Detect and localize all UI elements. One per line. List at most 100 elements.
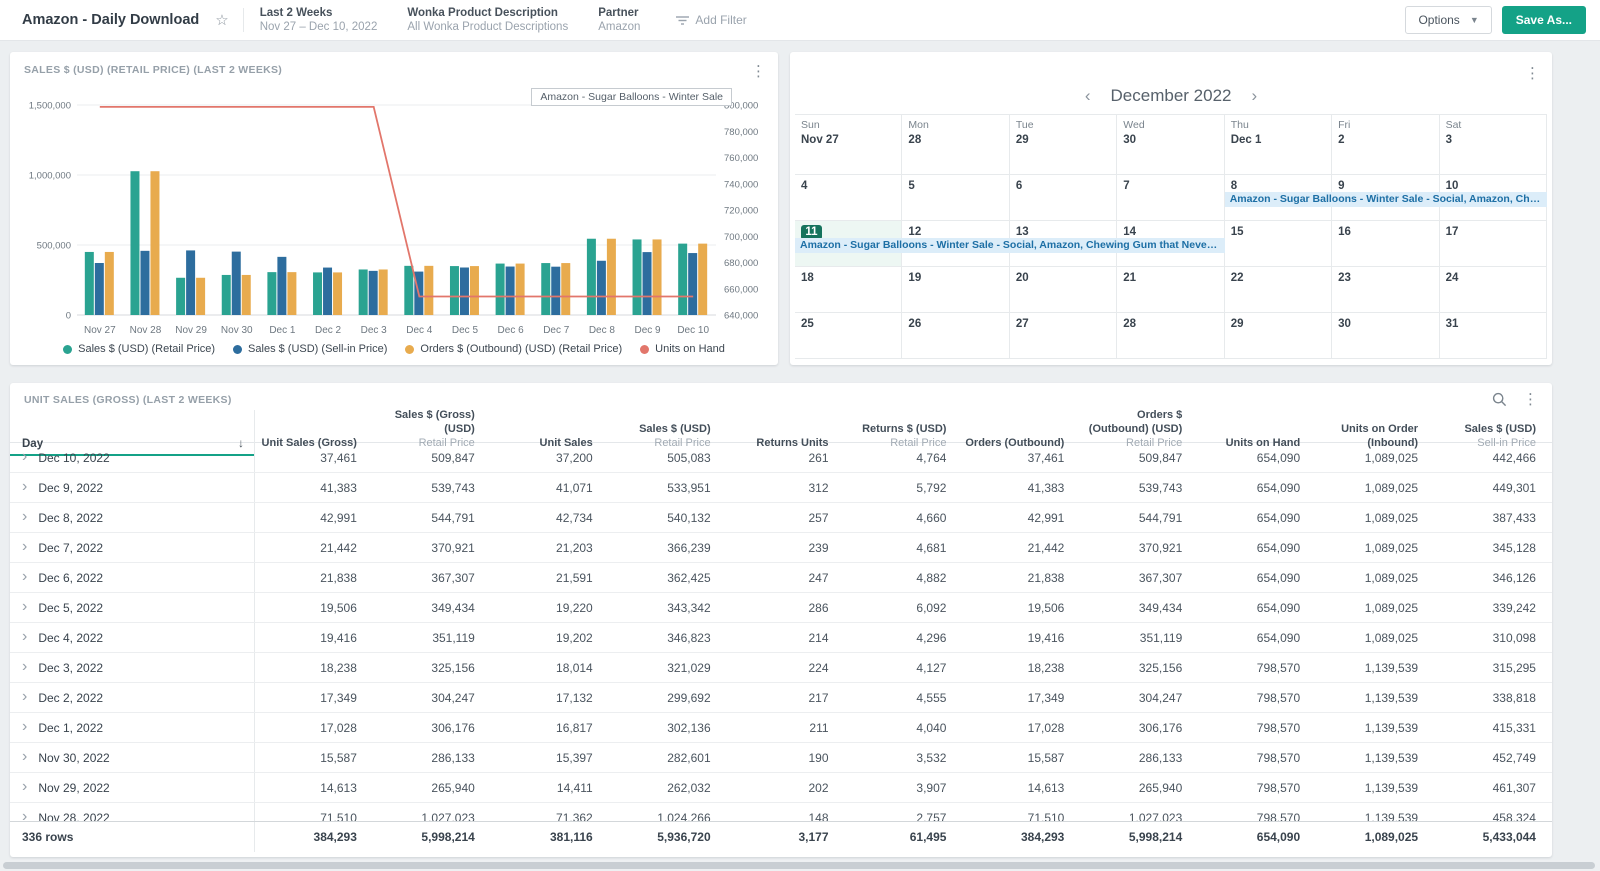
calendar-event[interactable]: Amazon - Sugar Balloons - Winter Sale - … bbox=[795, 238, 1225, 253]
bar[interactable] bbox=[105, 252, 114, 315]
calendar-day-cell[interactable]: 28 bbox=[1117, 313, 1224, 359]
row-expand-chevron-icon[interactable]: › bbox=[22, 479, 27, 495]
row-expand-chevron-icon[interactable]: › bbox=[22, 719, 27, 735]
filter-chip-partner[interactable]: Partner Amazon bbox=[598, 6, 640, 35]
calendar-day-cell[interactable]: 23 bbox=[1332, 267, 1439, 313]
row-expand-chevron-icon[interactable]: › bbox=[22, 599, 27, 615]
bar[interactable] bbox=[633, 239, 642, 315]
table-row[interactable]: ›Dec 9, 202241,383539,74341,071533,95131… bbox=[10, 473, 1552, 503]
calendar-day-cell[interactable]: 29 bbox=[1225, 313, 1332, 359]
row-expand-chevron-icon[interactable]: › bbox=[22, 779, 27, 795]
calendar-day-cell[interactable]: Tue29 bbox=[1010, 115, 1117, 175]
bar[interactable] bbox=[541, 263, 550, 315]
calendar-day-cell[interactable]: 18 bbox=[795, 267, 902, 313]
bar[interactable] bbox=[242, 275, 251, 315]
table-row[interactable]: ›Dec 8, 202242,991544,79142,734540,13225… bbox=[10, 503, 1552, 533]
calendar-day-cell[interactable]: 30 bbox=[1332, 313, 1439, 359]
calendar-day-cell[interactable]: Fri2 bbox=[1332, 115, 1439, 175]
horizontal-scrollbar[interactable] bbox=[0, 860, 1600, 871]
bar[interactable] bbox=[323, 268, 332, 315]
table-row[interactable]: ›Dec 5, 202219,506349,43419,220343,34228… bbox=[10, 593, 1552, 623]
table-row[interactable]: ›Nov 28, 202271,5101,027,02371,3621,024,… bbox=[10, 803, 1552, 821]
row-expand-chevron-icon[interactable]: › bbox=[22, 569, 27, 585]
bar[interactable] bbox=[222, 275, 231, 315]
calendar-prev-button[interactable]: ‹ bbox=[1081, 86, 1095, 106]
table-row[interactable]: ›Dec 4, 202219,416351,11919,202346,82321… bbox=[10, 623, 1552, 653]
bar[interactable] bbox=[460, 268, 469, 315]
calendar-day-cell[interactable]: 16 bbox=[1332, 221, 1439, 267]
calendar-day-cell[interactable]: 5 bbox=[902, 175, 1009, 221]
calendar-day-cell[interactable]: SunNov 27 bbox=[795, 115, 902, 175]
favorite-star-icon[interactable]: ☆ bbox=[215, 11, 228, 29]
bar[interactable] bbox=[359, 269, 368, 315]
bar[interactable] bbox=[424, 266, 433, 315]
table-row[interactable]: ›Dec 2, 202217,349304,24717,132299,69221… bbox=[10, 683, 1552, 713]
table-row[interactable]: ›Dec 3, 202218,238325,15618,014321,02922… bbox=[10, 653, 1552, 683]
calendar-day-cell[interactable]: Mon28 bbox=[902, 115, 1009, 175]
table-row[interactable]: ›Dec 6, 202221,838367,30721,591362,42524… bbox=[10, 563, 1552, 593]
table-row[interactable]: ›Nov 29, 202214,613265,94014,411262,0322… bbox=[10, 773, 1552, 803]
calendar-day-cell[interactable]: Sat3 bbox=[1440, 115, 1547, 175]
calendar-day-cell[interactable]: 15 bbox=[1225, 221, 1332, 267]
calendar-day-cell[interactable]: 6 bbox=[1010, 175, 1117, 221]
bar[interactable] bbox=[653, 239, 662, 315]
bar[interactable] bbox=[607, 239, 616, 315]
calendar-day-cell[interactable]: 27 bbox=[1010, 313, 1117, 359]
calendar-day-cell[interactable]: 17 bbox=[1440, 221, 1547, 267]
save-as-button[interactable]: Save As... bbox=[1502, 6, 1586, 34]
calendar-day-cell[interactable]: 26 bbox=[902, 313, 1009, 359]
bar[interactable] bbox=[379, 269, 388, 315]
bar[interactable] bbox=[597, 261, 606, 315]
calendar-day-cell[interactable]: 25 bbox=[795, 313, 902, 359]
calendar-day-cell[interactable]: 20 bbox=[1010, 267, 1117, 313]
calendar-event[interactable]: Amazon - Sugar Balloons - Winter Sale - … bbox=[1225, 192, 1547, 207]
search-icon[interactable] bbox=[1492, 392, 1507, 407]
table-row[interactable]: ›Nov 30, 202215,587286,13315,397282,6011… bbox=[10, 743, 1552, 773]
bar[interactable] bbox=[450, 266, 459, 315]
bar[interactable] bbox=[85, 252, 94, 315]
calendar-day-cell[interactable]: 4 bbox=[795, 175, 902, 221]
calendar-day-cell[interactable]: ThuDec 1 bbox=[1225, 115, 1332, 175]
bar[interactable] bbox=[313, 272, 322, 315]
bar[interactable] bbox=[551, 267, 560, 315]
bar[interactable] bbox=[561, 263, 570, 315]
bar[interactable] bbox=[150, 171, 159, 315]
legend-item[interactable]: Sales $ (USD) (Sell-in Price) bbox=[233, 343, 387, 355]
bar[interactable] bbox=[404, 266, 413, 315]
bar[interactable] bbox=[369, 271, 378, 315]
bar[interactable] bbox=[333, 272, 342, 315]
column-header[interactable]: Sales $ (Gross) (USD)Retail Price bbox=[373, 409, 491, 455]
bar[interactable] bbox=[688, 253, 697, 315]
column-header[interactable]: Orders $ (Outbound) (USD)Retail Price bbox=[1080, 409, 1198, 455]
calendar-day-cell[interactable]: 21 bbox=[1117, 267, 1224, 313]
bar[interactable] bbox=[267, 272, 276, 315]
table-kebab-menu-icon[interactable]: ⋮ bbox=[1523, 392, 1538, 407]
bar[interactable] bbox=[643, 252, 652, 315]
row-expand-chevron-icon[interactable]: › bbox=[22, 449, 27, 465]
bar[interactable] bbox=[516, 264, 525, 315]
legend-item[interactable]: Units on Hand bbox=[640, 343, 725, 355]
scrollbar-thumb[interactable] bbox=[3, 862, 1595, 869]
bar[interactable] bbox=[277, 257, 286, 315]
row-expand-chevron-icon[interactable]: › bbox=[22, 629, 27, 645]
add-filter-button[interactable]: Add Filter bbox=[676, 13, 746, 27]
filter-chip-product-description[interactable]: Wonka Product Description All Wonka Prod… bbox=[407, 6, 568, 35]
row-expand-chevron-icon[interactable]: › bbox=[22, 539, 27, 555]
bar[interactable] bbox=[506, 267, 515, 315]
bar[interactable] bbox=[232, 252, 241, 315]
bar[interactable] bbox=[470, 266, 479, 315]
legend-item[interactable]: Orders $ (Outbound) (USD) (Retail Price) bbox=[405, 343, 622, 355]
calendar-day-cell[interactable]: 19 bbox=[902, 267, 1009, 313]
row-expand-chevron-icon[interactable]: › bbox=[22, 809, 27, 822]
table-row[interactable]: ›Dec 7, 202221,442370,92121,203366,23923… bbox=[10, 533, 1552, 563]
calendar-day-cell[interactable]: 7 bbox=[1117, 175, 1224, 221]
calendar-day-cell[interactable]: 24 bbox=[1440, 267, 1547, 313]
calendar-next-button[interactable]: › bbox=[1247, 86, 1261, 106]
chart-kebab-menu-icon[interactable]: ⋮ bbox=[751, 64, 766, 79]
row-expand-chevron-icon[interactable]: › bbox=[22, 509, 27, 525]
bar[interactable] bbox=[95, 263, 104, 315]
filter-chip-date-range[interactable]: Last 2 Weeks Nov 27 – Dec 10, 2022 bbox=[260, 6, 378, 35]
bar[interactable] bbox=[678, 244, 687, 315]
bar[interactable] bbox=[140, 251, 149, 315]
bar[interactable] bbox=[287, 272, 296, 315]
